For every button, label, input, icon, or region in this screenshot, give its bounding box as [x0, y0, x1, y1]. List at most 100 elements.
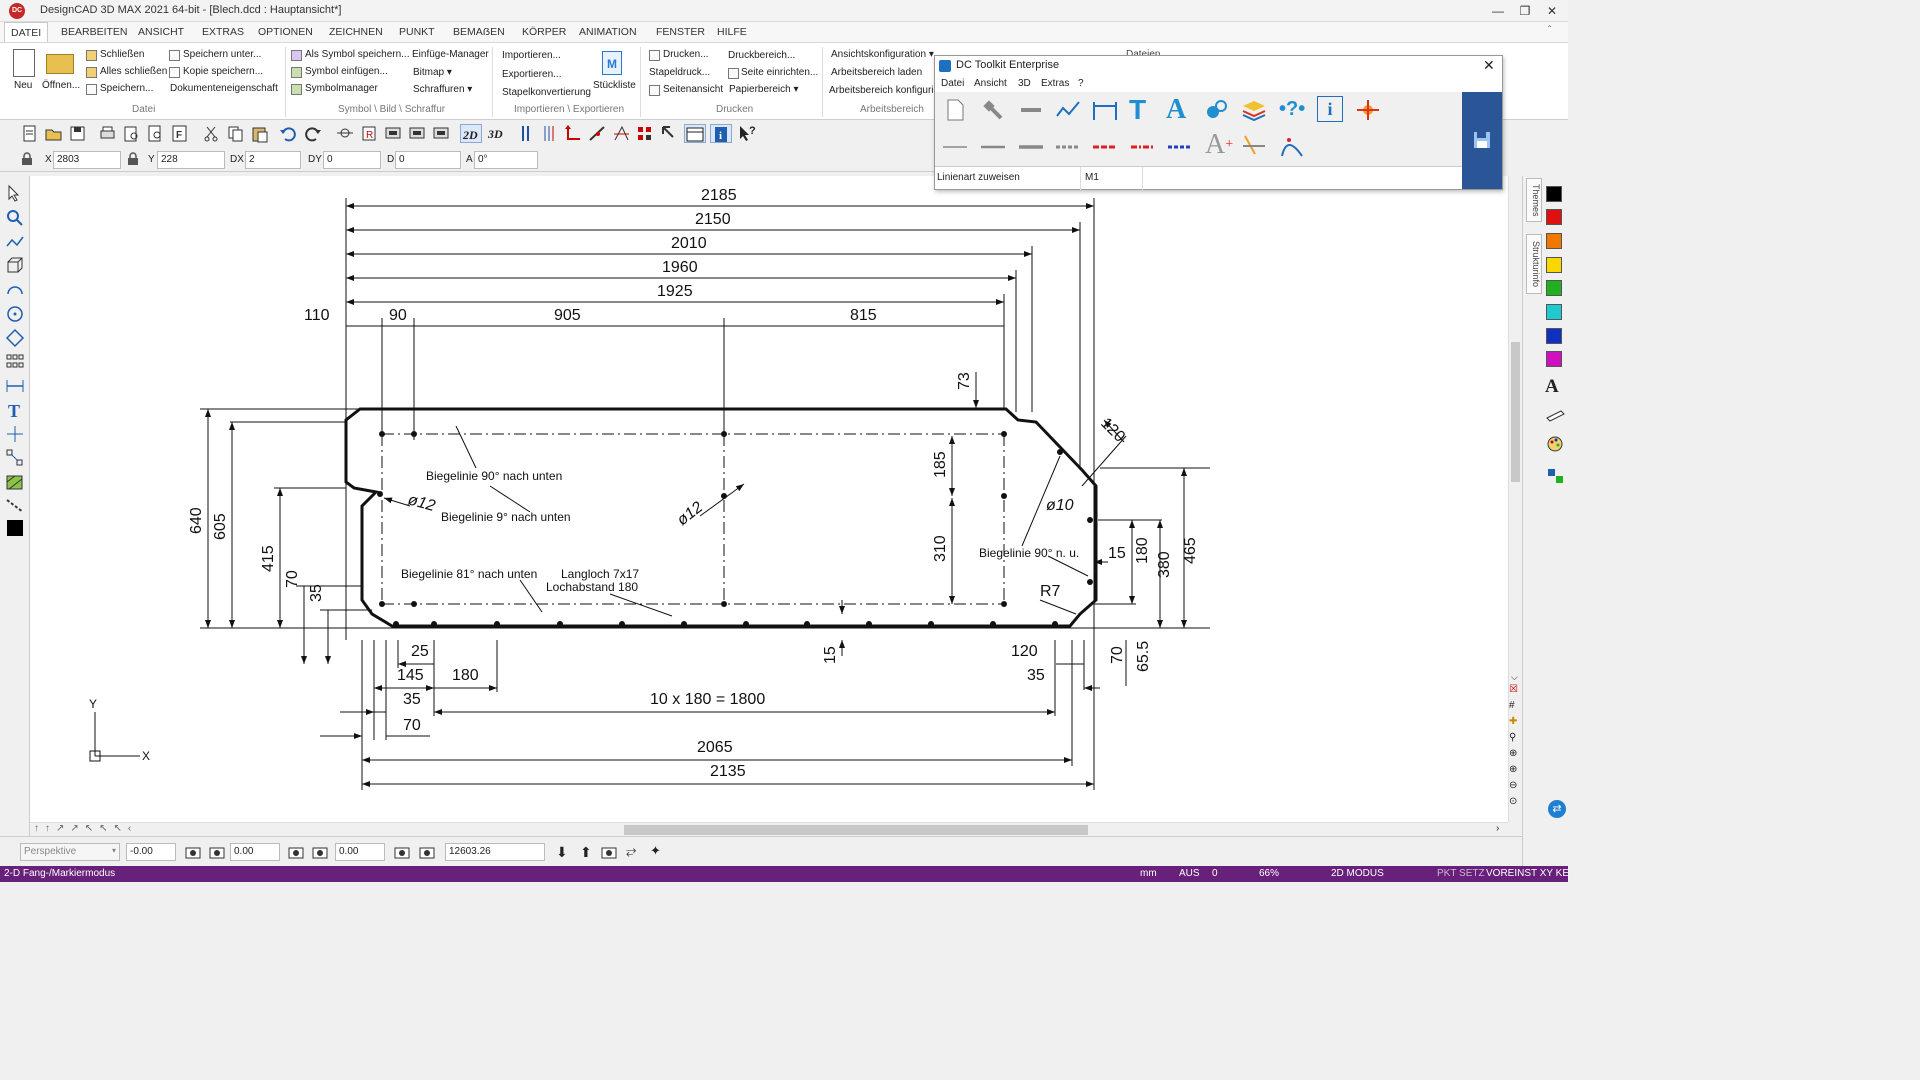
polyline-tool-icon[interactable]	[1055, 98, 1081, 122]
neu-button[interactable]: Neu	[14, 80, 32, 91]
x-coordinate-input[interactable]: 2803	[53, 151, 121, 169]
pen-icon[interactable]	[1546, 408, 1566, 422]
angle-input[interactable]: 0°	[474, 151, 538, 169]
rotation-input[interactable]: -0.00	[126, 843, 176, 861]
bolt-icon[interactable]	[981, 98, 1005, 122]
zoom-in-icon[interactable]: ⊕	[1509, 748, 1521, 764]
line-dashed-gray-icon[interactable]	[1056, 142, 1080, 150]
toolkit-menu-ansicht[interactable]: Ansicht	[974, 78, 1007, 89]
zoom-previous-icon[interactable]: ⊙	[1509, 796, 1521, 812]
importieren-button[interactable]: Importieren...	[502, 50, 561, 61]
color-swatch-cyan[interactable]	[1546, 304, 1562, 320]
point-array-icon[interactable]	[5, 352, 25, 372]
text-add-icon[interactable]: A+	[1205, 130, 1233, 160]
layers-icon[interactable]	[1546, 466, 1566, 486]
text-icon[interactable]: T	[5, 400, 25, 421]
print-icon[interactable]	[98, 124, 117, 143]
app-logo-icon[interactable]: DC	[9, 3, 25, 19]
2d-mode-button[interactable]: 2D	[460, 124, 482, 143]
origin-tool-icon[interactable]	[1355, 98, 1381, 122]
stapeldruck-button[interactable]: Stapeldruck...	[649, 67, 710, 78]
dokumenteneigenschaft-button[interactable]: Dokumenteneigenschaft	[170, 83, 278, 94]
zoom-window-icon[interactable]: ⚲	[1509, 732, 1521, 748]
crosshair-icon[interactable]	[5, 424, 25, 444]
tab-zeichnen[interactable]: ZEICHNEN	[323, 22, 389, 42]
drawing-canvas[interactable]: Y X 2185 2150 2010 1960 1925 110 90 905 …	[30, 176, 1508, 822]
minimize-icon[interactable]: —	[1485, 2, 1511, 20]
line-thick-icon[interactable]	[1019, 142, 1043, 150]
hatch-icon[interactable]	[5, 472, 25, 492]
tab-hilfe[interactable]: HILFE	[711, 22, 753, 42]
grid-toggle-icon[interactable]: #	[1509, 700, 1521, 716]
copy-icon[interactable]	[226, 124, 245, 143]
line-thin-icon[interactable]	[943, 142, 967, 150]
als-symbol-speichern-button[interactable]: Als Symbol speichern...	[305, 49, 410, 60]
camera-icon[interactable]	[418, 844, 436, 860]
ansichtskonfiguration-dropdown[interactable]: Ansichtskonfiguration ▾	[831, 49, 934, 60]
tab-bearbeiten[interactable]: BEARBEITEN	[55, 22, 134, 42]
camera-icon[interactable]	[311, 844, 329, 860]
fill-color-icon[interactable]	[5, 518, 25, 538]
strukturinfo-tab[interactable]: Strukturinfo	[1526, 234, 1542, 294]
tab-fenster[interactable]: FENSTER	[650, 22, 711, 42]
array-icon[interactable]	[540, 124, 559, 143]
move-arrow-icon[interactable]	[564, 124, 583, 143]
sync-icon[interactable]: ⇄	[1548, 800, 1566, 818]
open-file-icon[interactable]	[44, 124, 63, 143]
font-icon[interactable]: A	[1545, 376, 1565, 397]
3d-mode-button[interactable]: 3D	[486, 124, 508, 143]
spin-input[interactable]: 0.00	[335, 843, 385, 861]
color-swatch-magenta[interactable]	[1546, 351, 1562, 367]
close-icon[interactable]: ✕	[1539, 2, 1565, 20]
stueckliste-button[interactable]: Stückliste	[593, 80, 636, 91]
drucken-button[interactable]: Drucken...	[663, 49, 709, 60]
speichern-unter-button[interactable]: Speichern unter...	[183, 49, 261, 60]
camera-icon[interactable]	[600, 844, 618, 860]
papierbereich-dropdown[interactable]: Papierbereich ▾	[729, 84, 799, 95]
horizontal-scrollbar[interactable]: ↑↑↗↗↖↖↖‹ ›	[30, 822, 1508, 836]
tab-datei[interactable]: DATEI	[4, 22, 49, 42]
info-icon[interactable]: i	[710, 124, 732, 143]
layer-icon[interactable]	[384, 124, 403, 143]
info-tool-icon[interactable]: i	[1317, 96, 1343, 122]
restore-icon[interactable]: ❐	[1512, 2, 1538, 20]
camera-icon[interactable]	[287, 844, 305, 860]
arc-icon[interactable]	[5, 280, 25, 300]
line-dashed-blue-icon[interactable]	[1168, 142, 1192, 150]
page-search-icon[interactable]	[146, 124, 165, 143]
color-swatch-blue[interactable]	[1546, 328, 1562, 344]
seitenansicht-button[interactable]: Seitenansicht	[663, 84, 723, 95]
snap-toggle-icon[interactable]: ✚	[1509, 716, 1521, 732]
line-dashdot-red-icon[interactable]	[1131, 142, 1155, 150]
circle-icon[interactable]	[5, 304, 25, 324]
select-arrow-icon[interactable]	[660, 124, 679, 143]
lock-icon[interactable]	[126, 152, 140, 166]
polyline-icon[interactable]	[5, 232, 25, 252]
thick-line-icon[interactable]	[1019, 98, 1043, 122]
save-icon[interactable]	[1472, 130, 1492, 150]
exportieren-button[interactable]: Exportieren...	[502, 69, 561, 80]
rotate-line-icon[interactable]	[588, 124, 607, 143]
snap-target-icon[interactable]	[1203, 98, 1229, 122]
cut-icon[interactable]	[202, 124, 221, 143]
orbit-icon[interactable]: ⥂	[626, 843, 646, 861]
seite-einrichten-button[interactable]: Seite einrichten...	[741, 67, 818, 78]
bitmap-dropdown[interactable]: Bitmap ▾	[413, 67, 452, 78]
lock-icon[interactable]	[20, 152, 34, 166]
angle-tool-icon[interactable]	[1241, 132, 1267, 158]
blank-page-icon[interactable]	[945, 98, 965, 122]
schraffuren-dropdown[interactable]: Schraffuren ▾	[413, 84, 472, 95]
box-3d-icon[interactable]	[5, 256, 25, 276]
ribbon-collapse-icon[interactable]: ˆ	[1548, 25, 1551, 36]
tab-extras[interactable]: EXTRAS	[196, 22, 250, 42]
help-tool-icon[interactable]: •?•	[1279, 98, 1307, 122]
dx-input[interactable]: 2	[245, 151, 301, 169]
tab-koerper[interactable]: KÖRPER	[516, 22, 572, 42]
view-nav-arrows-icon[interactable]: ↑↑↗↗↖↖↖‹	[34, 823, 137, 834]
line-dashed-red-icon[interactable]	[1093, 142, 1117, 150]
color-swatch-yellow[interactable]	[1546, 257, 1562, 273]
camera-icon[interactable]	[184, 844, 202, 860]
themes-tab[interactable]: Themes	[1526, 178, 1542, 222]
save-file-icon[interactable]	[68, 124, 87, 143]
tab-ansicht[interactable]: ANSICHT	[132, 22, 190, 42]
